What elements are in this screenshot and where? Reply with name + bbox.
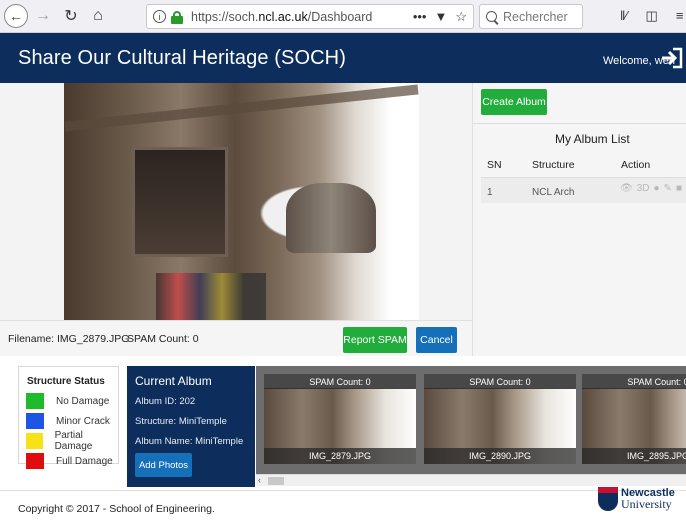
structure-status-legend: Structure Status No Damage Minor Crack P… [18, 366, 119, 469]
back-arrow-icon[interactable]: ← [4, 4, 28, 28]
newcastle-university-logo: Newcastle University [598, 487, 675, 511]
url-text: https://soch.ncl.ac.uk/Dashboard [191, 9, 373, 24]
browser-search-input[interactable]: Rechercher [479, 4, 583, 29]
blue-swatch [26, 413, 44, 429]
map-pin-icon[interactable]: ● [654, 183, 660, 194]
legend-item-full-damage: Full Damage [26, 453, 113, 469]
thumbnail[interactable]: SPAM Count: 0 IMG_2890.JPG [424, 374, 576, 464]
legend-item-no-damage: No Damage [26, 393, 109, 409]
thumbnail-filename: IMG_2895.JPG [582, 448, 686, 464]
lock-icon [171, 10, 183, 24]
horizontal-scrollbar[interactable]: ‹ [256, 474, 686, 486]
view-eye-icon[interactable]: 👁 [620, 183, 633, 194]
library-icon[interactable]: ‖∕ [620, 8, 628, 24]
thumbnail-strip: SPAM Count: 0 IMG_2879.JPG SPAM Count: 0… [256, 366, 686, 474]
thumbnail-filename: IMG_2879.JPG [264, 448, 416, 464]
legend-item-minor-crack: Minor Crack [26, 413, 110, 429]
album-list-title: My Album List [555, 132, 630, 146]
3d-link[interactable]: 3D [637, 183, 650, 194]
edit-icon[interactable]: ✎ [664, 183, 672, 194]
browser-toolbar: ← → ↻ ⌂ i https://soch.ncl.ac.uk/Dashboa… [0, 0, 686, 33]
red-swatch [26, 453, 44, 469]
album-panel: Create Album My Album List SN Structure … [472, 83, 686, 356]
app-header: Share Our Cultural Heritage (SOCH) Welco… [0, 33, 686, 83]
album-structure-text: Structure: MiniTemple [135, 416, 227, 427]
thumbnail-spam-count: SPAM Count: 0 [424, 374, 576, 389]
report-spam-button[interactable]: Report SPAM [343, 327, 407, 353]
photo-info-bar: Filename: IMG_2879.JPG SPAM Count: 0 Rep… [0, 320, 472, 356]
thumbnail[interactable]: SPAM Count: 0 IMG_2879.JPG [264, 374, 416, 464]
album-id-text: Album ID: 202 [135, 396, 196, 407]
row-sn: 1 [487, 187, 493, 198]
current-album-title: Current Album [135, 374, 212, 388]
cancel-button[interactable]: Cancel [416, 327, 457, 353]
thumbnail-spam-count: SPAM Count: 0 [582, 374, 686, 389]
legend-item-partial-damage: Partial Damage [26, 430, 118, 452]
copyright-text: Copyright © 2017 - School of Engineering… [18, 503, 215, 515]
thumbnail-filename: IMG_2890.JPG [424, 448, 576, 464]
page-actions-icon[interactable]: ••• [413, 9, 427, 25]
legend-title: Structure Status [27, 376, 105, 387]
scroll-left-icon[interactable]: ‹ [258, 475, 261, 485]
pocket-icon[interactable]: ▼ [434, 9, 447, 25]
bookmark-star-icon[interactable]: ☆ [455, 9, 467, 25]
image-viewer [0, 83, 472, 320]
sidebar-icon[interactable]: ◫ [646, 8, 658, 24]
search-placeholder: Rechercher [503, 9, 568, 24]
current-album-panel: Current Album Album ID: 202 Structure: M… [127, 366, 255, 487]
heritage-photo [64, 83, 419, 320]
create-album-button[interactable]: Create Album [481, 89, 547, 115]
thumbnail[interactable]: SPAM Count: 0 IMG_2895.JPG [582, 374, 686, 464]
column-header-structure: Structure [532, 159, 575, 171]
thumbnail-spam-count: SPAM Count: 0 [264, 374, 416, 389]
shield-icon [598, 487, 618, 511]
footer: Copyright © 2017 - School of Engineering… [0, 487, 686, 521]
row-structure: NCL Arch [532, 187, 575, 198]
app-title: Share Our Cultural Heritage (SOCH) [18, 47, 346, 69]
info-icon[interactable]: i [153, 10, 166, 23]
filename-label: Filename: IMG_2879.JPG [8, 333, 130, 345]
spam-count-label: SPAM Count: 0 [127, 333, 199, 345]
home-icon[interactable]: ⌂ [88, 5, 108, 27]
column-header-sn: SN [487, 159, 502, 171]
menu-icon[interactable]: ≡ [676, 8, 684, 24]
album-name-text: Album Name: MiniTemple [135, 436, 244, 447]
green-swatch [26, 393, 44, 409]
search-icon [486, 11, 497, 22]
logout-icon[interactable] [660, 47, 684, 69]
scroll-thumb[interactable] [268, 477, 284, 485]
address-bar[interactable]: i https://soch.ncl.ac.uk/Dashboard ••• ▼… [146, 4, 474, 29]
reload-icon[interactable]: ↻ [62, 5, 80, 27]
delete-trash-icon[interactable]: ■ [676, 183, 682, 194]
forward-arrow-icon[interactable]: → [34, 5, 52, 27]
column-header-action: Action [621, 159, 651, 171]
yellow-swatch [26, 433, 43, 449]
bottom-section: Structure Status No Damage Minor Crack P… [0, 356, 686, 490]
add-photos-button[interactable]: Add Photos [135, 453, 192, 477]
